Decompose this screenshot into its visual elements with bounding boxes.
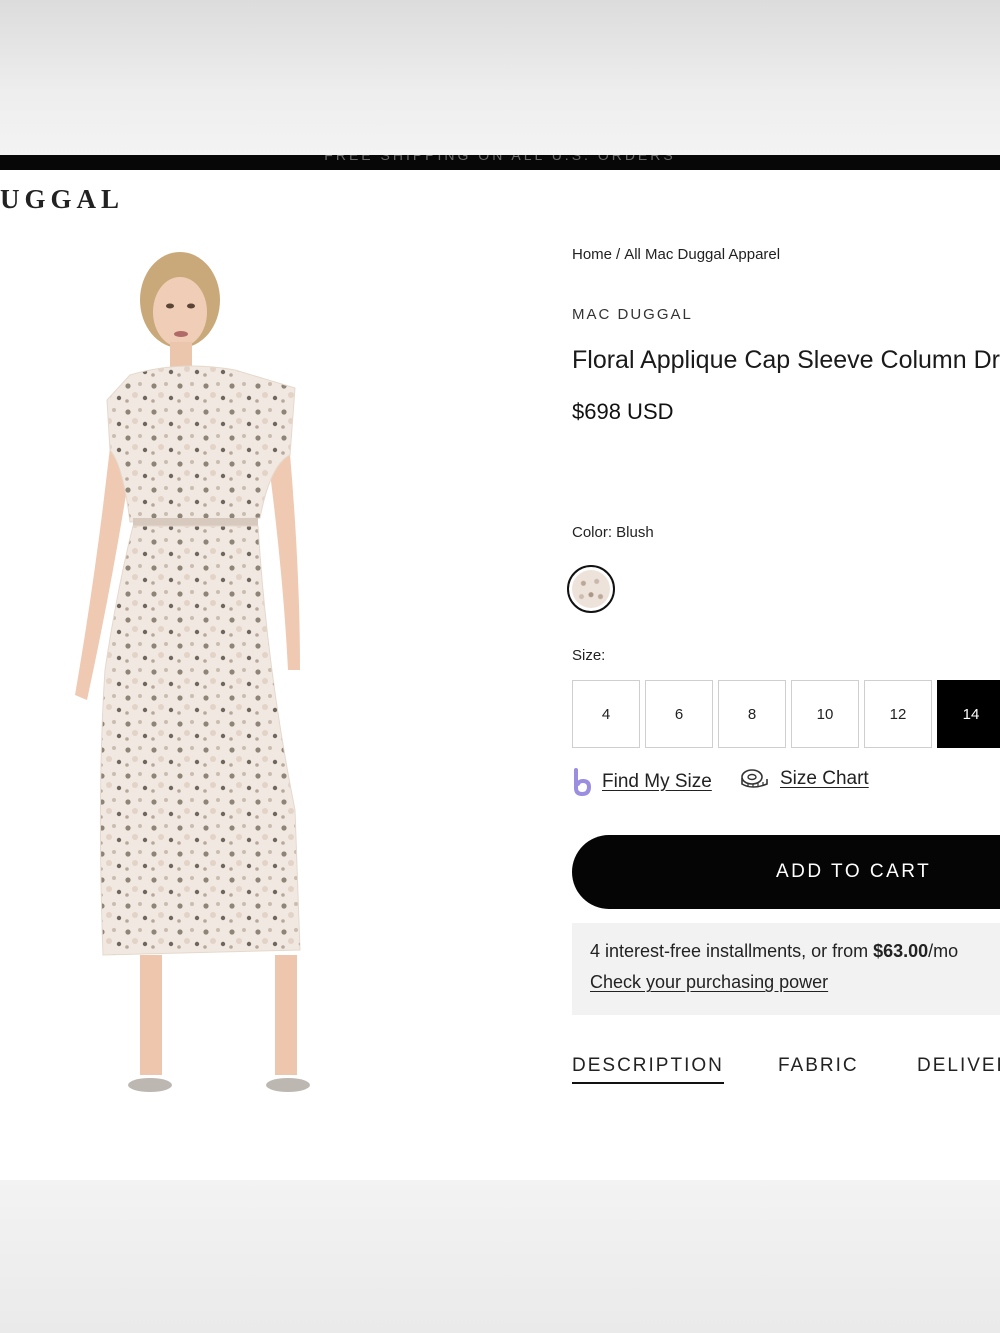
size-label: Size:: [572, 647, 606, 664]
size-option-selected[interactable]: 14: [937, 680, 1000, 748]
add-to-cart-button[interactable]: ADD TO CART: [572, 835, 1000, 909]
size-helpers: Find My Size Size Chart: [572, 768, 992, 798]
product-price: $698 USD: [572, 399, 674, 424]
installments-prefix: 4 interest-free installments, or from: [590, 941, 874, 961]
size-option[interactable]: 6: [645, 680, 713, 748]
product-page: UGGAL Home / All Mac Duggal Apparel MAC …: [0, 170, 1000, 1180]
product-image[interactable]: [45, 250, 335, 1120]
size-option[interactable]: 10: [791, 680, 859, 748]
product-info-tabs: DESCRIPTION FABRIC DELIVERY: [572, 1055, 1000, 1095]
brand-logo[interactable]: UGGAL: [0, 184, 124, 215]
blurred-bottom-band: [0, 1180, 1000, 1333]
size-option[interactable]: 4: [572, 680, 640, 748]
breadcrumb-home[interactable]: Home: [572, 246, 612, 263]
blurred-top-band: [0, 0, 1000, 155]
find-my-size-icon: [574, 768, 592, 796]
find-my-size-link[interactable]: Find My Size: [572, 768, 712, 796]
announcement-text: FREE SHIPPING ON ALL U.S. ORDERS: [324, 155, 676, 163]
breadcrumb-current[interactable]: All Mac Duggal Apparel: [624, 246, 780, 263]
installments-suffix: /mo: [928, 941, 959, 961]
color-swatch-blush[interactable]: [567, 565, 615, 613]
find-my-size-label[interactable]: Find My Size: [602, 771, 712, 793]
size-chart-label[interactable]: Size Chart: [780, 768, 869, 790]
size-option[interactable]: 8: [718, 680, 786, 748]
swatch-fabric-image: [572, 570, 610, 608]
tab-delivery[interactable]: DELIVERY: [917, 1055, 1000, 1077]
breadcrumb: Home / All Mac Duggal Apparel: [572, 246, 780, 263]
size-option[interactable]: 12: [864, 680, 932, 748]
installment-amount: $63.00: [873, 941, 929, 961]
installments-box: 4 interest-free installments, or from $6…: [572, 923, 1000, 1015]
product-brand[interactable]: MAC DUGGAL: [572, 306, 693, 323]
measuring-tape-icon: [741, 769, 768, 788]
announcement-bar: FREE SHIPPING ON ALL U.S. ORDERS: [0, 155, 1000, 170]
tab-fabric[interactable]: FABRIC: [778, 1055, 859, 1077]
size-chart-link[interactable]: Size Chart: [740, 768, 869, 790]
dress-model-illustration: [75, 252, 310, 1092]
size-selector: 4 6 8 10 12 14: [572, 680, 1000, 748]
color-label: Color: Blush: [572, 524, 654, 541]
breadcrumb-separator: /: [616, 246, 621, 263]
purchasing-power-link[interactable]: Check your purchasing power: [590, 972, 1000, 993]
product-title: Floral Applique Cap Sleeve Column Dress: [572, 346, 1000, 374]
installments-text: 4 interest-free installments, or from $6…: [590, 941, 1000, 962]
tab-description[interactable]: DESCRIPTION: [572, 1055, 724, 1084]
